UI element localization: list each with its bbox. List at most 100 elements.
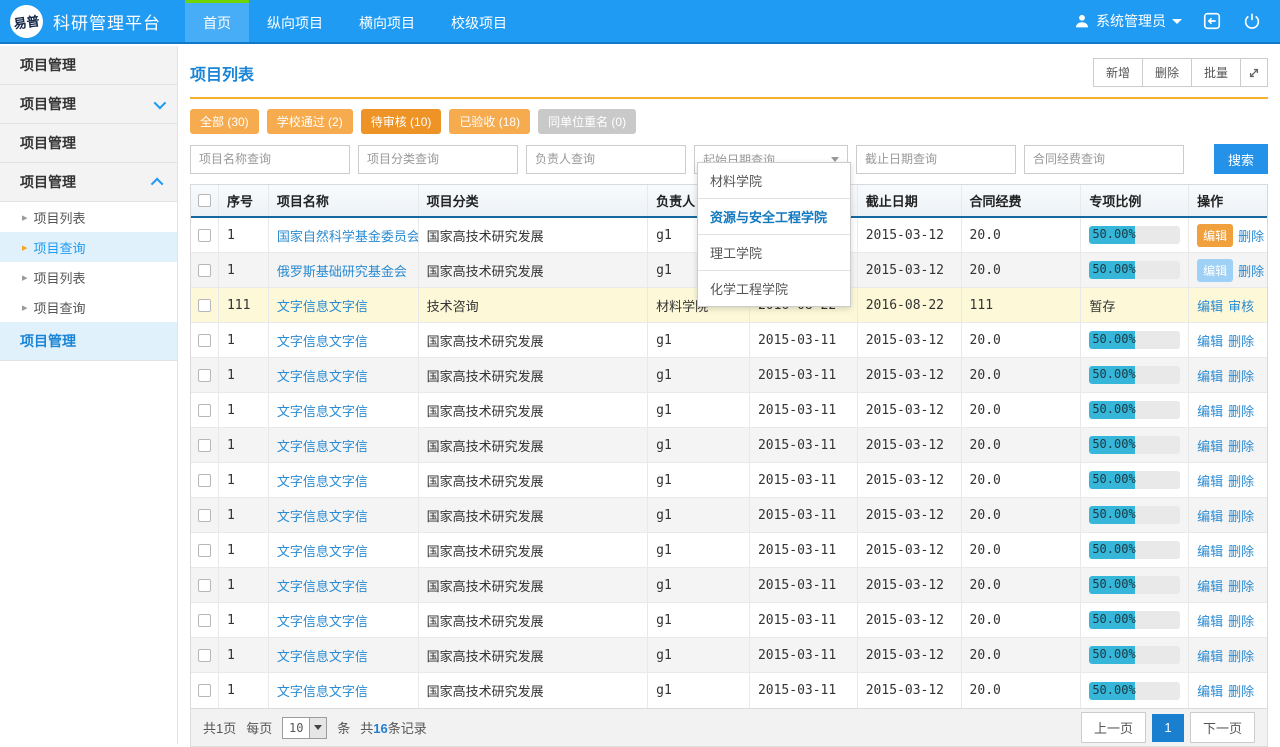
delete-link[interactable]: 删除 bbox=[1228, 401, 1254, 420]
edit-link[interactable]: 编辑 bbox=[1197, 471, 1223, 490]
checkbox[interactable] bbox=[198, 579, 211, 592]
edit-link[interactable]: 编辑 bbox=[1197, 611, 1223, 630]
edit-link[interactable]: 编辑 bbox=[1197, 436, 1223, 455]
prev-page-button[interactable]: 上一页 bbox=[1081, 712, 1146, 743]
edit-link[interactable]: 编辑 bbox=[1197, 681, 1223, 700]
nav-tab[interactable]: 首页 bbox=[185, 0, 249, 42]
filter-tag[interactable]: 学校通过 (2) bbox=[267, 109, 353, 134]
delete-link[interactable]: 删除 bbox=[1238, 226, 1264, 245]
delete-link[interactable]: 删除 bbox=[1228, 436, 1254, 455]
project-name-link[interactable]: 文字信息文字信 bbox=[277, 471, 368, 490]
end-date-input[interactable] bbox=[856, 145, 1016, 174]
checkbox[interactable] bbox=[198, 334, 211, 347]
power-icon[interactable] bbox=[1242, 11, 1262, 31]
delete-link[interactable]: 删除 bbox=[1228, 331, 1254, 350]
contract-fund-input[interactable] bbox=[1024, 145, 1184, 174]
edit-link[interactable]: 编辑 bbox=[1197, 331, 1223, 350]
checkbox[interactable] bbox=[198, 264, 211, 277]
project-name-link[interactable]: 文字信息文字信 bbox=[277, 506, 368, 525]
toolbar-button[interactable]: 批量 bbox=[1191, 58, 1241, 87]
sidebar-item[interactable]: ▸项目查询 bbox=[0, 232, 177, 262]
dropdown-option[interactable]: 材料学院 bbox=[698, 163, 850, 199]
sidebar-group[interactable]: 项目管理 bbox=[0, 322, 177, 361]
nav-tab[interactable]: 校级项目 bbox=[433, 0, 525, 42]
toolbar-button[interactable]: 删除 bbox=[1142, 58, 1192, 87]
checkbox[interactable] bbox=[198, 369, 211, 382]
user-menu[interactable]: 系统管理员 bbox=[1074, 11, 1182, 31]
sidebar-item[interactable]: ▸项目查询 bbox=[0, 292, 177, 322]
edit-link[interactable]: 编辑 bbox=[1197, 576, 1223, 595]
project-name-link[interactable]: 文字信息文字信 bbox=[277, 611, 368, 630]
delete-link[interactable]: 删除 bbox=[1238, 261, 1264, 280]
current-page[interactable]: 1 bbox=[1152, 714, 1184, 742]
sidebar-group[interactable]: 项目管理 bbox=[0, 85, 177, 124]
delete-link[interactable]: 删除 bbox=[1228, 471, 1254, 490]
next-page-button[interactable]: 下一页 bbox=[1190, 712, 1255, 743]
select-all-checkbox[interactable] bbox=[198, 194, 211, 207]
sidebar-item[interactable]: ▸项目列表 bbox=[0, 262, 177, 292]
delete-link[interactable]: 删除 bbox=[1228, 366, 1254, 385]
review-link[interactable]: 审核 bbox=[1228, 296, 1254, 315]
dropdown-option[interactable]: 资源与安全工程学院 bbox=[698, 199, 850, 235]
checkbox[interactable] bbox=[198, 684, 211, 697]
end-date-cell: 2015-03-12 bbox=[858, 498, 962, 532]
checkbox[interactable] bbox=[198, 649, 211, 662]
project-name-input[interactable] bbox=[190, 145, 350, 174]
dropdown-option[interactable]: 理工学院 bbox=[698, 235, 850, 271]
project-name-link[interactable]: 文字信息文字信 bbox=[277, 401, 368, 420]
filter-tag[interactable]: 待审核 (10) bbox=[361, 109, 442, 134]
search-button[interactable]: 搜索 bbox=[1214, 144, 1268, 174]
edit-link[interactable]: 编辑 bbox=[1197, 506, 1223, 525]
delete-link[interactable]: 删除 bbox=[1228, 506, 1254, 525]
checkbox[interactable] bbox=[198, 229, 211, 242]
edit-link[interactable]: 编辑 bbox=[1197, 296, 1223, 315]
delete-link[interactable]: 删除 bbox=[1228, 541, 1254, 560]
project-name-link[interactable]: 国家自然科学基金委员会 bbox=[277, 226, 419, 245]
nav-tab[interactable]: 纵向项目 bbox=[249, 0, 341, 42]
project-name-link[interactable]: 文字信息文字信 bbox=[277, 681, 368, 700]
checkbox[interactable] bbox=[198, 404, 211, 417]
project-name-link[interactable]: 文字信息文字信 bbox=[277, 331, 368, 350]
sidebar-group[interactable]: 项目管理 bbox=[0, 163, 177, 202]
sidebar-group[interactable]: 项目管理 bbox=[0, 46, 177, 85]
project-name-link[interactable]: 俄罗斯基础研究基金会 bbox=[277, 261, 407, 280]
ratio-cell: 50.00% bbox=[1081, 673, 1189, 708]
sidebar-group[interactable]: 项目管理 bbox=[0, 124, 177, 163]
switch-account-icon[interactable] bbox=[1202, 11, 1222, 31]
checkbox[interactable] bbox=[198, 509, 211, 522]
delete-link[interactable]: 删除 bbox=[1228, 611, 1254, 630]
project-name-link[interactable]: 文字信息文字信 bbox=[277, 576, 368, 595]
sidebar-item[interactable]: ▸项目列表 bbox=[0, 202, 177, 232]
edit-link[interactable]: 编辑 bbox=[1197, 541, 1223, 560]
filter-tag[interactable]: 全部 (30) bbox=[190, 109, 259, 134]
dropdown-option[interactable]: 化学工程学院 bbox=[698, 271, 850, 306]
nav-tab[interactable]: 横向项目 bbox=[341, 0, 433, 42]
project-name-link[interactable]: 文字信息文字信 bbox=[277, 366, 368, 385]
edit-link[interactable]: 编辑 bbox=[1197, 366, 1223, 385]
checkbox[interactable] bbox=[198, 299, 211, 312]
leader-input[interactable] bbox=[526, 145, 686, 174]
checkbox[interactable] bbox=[198, 614, 211, 627]
project-name-link[interactable]: 文字信息文字信 bbox=[277, 541, 368, 560]
delete-link[interactable]: 删除 bbox=[1228, 681, 1254, 700]
checkbox[interactable] bbox=[198, 544, 211, 557]
expand-button[interactable] bbox=[1240, 58, 1268, 87]
checkbox[interactable] bbox=[198, 439, 211, 452]
row-checkbox-cell bbox=[191, 323, 219, 357]
toolbar-button[interactable]: 新增 bbox=[1093, 58, 1143, 87]
project-name-link[interactable]: 文字信息文字信 bbox=[277, 436, 368, 455]
filter-tag[interactable]: 同单位重名 (0) bbox=[538, 109, 636, 134]
project-name-link[interactable]: 文字信息文字信 bbox=[277, 296, 368, 315]
filter-tag[interactable]: 已验收 (18) bbox=[449, 109, 530, 134]
project-category-input[interactable] bbox=[358, 145, 518, 174]
edit-button[interactable]: 编辑 bbox=[1197, 259, 1233, 282]
progress-label: 50.00% bbox=[1092, 683, 1135, 697]
edit-button[interactable]: 编辑 bbox=[1197, 224, 1233, 247]
project-name-link[interactable]: 文字信息文字信 bbox=[277, 646, 368, 665]
edit-link[interactable]: 编辑 bbox=[1197, 401, 1223, 420]
delete-link[interactable]: 删除 bbox=[1228, 576, 1254, 595]
page-size-select[interactable]: 10 bbox=[282, 717, 327, 739]
delete-link[interactable]: 删除 bbox=[1228, 646, 1254, 665]
checkbox[interactable] bbox=[198, 474, 211, 487]
edit-link[interactable]: 编辑 bbox=[1197, 646, 1223, 665]
